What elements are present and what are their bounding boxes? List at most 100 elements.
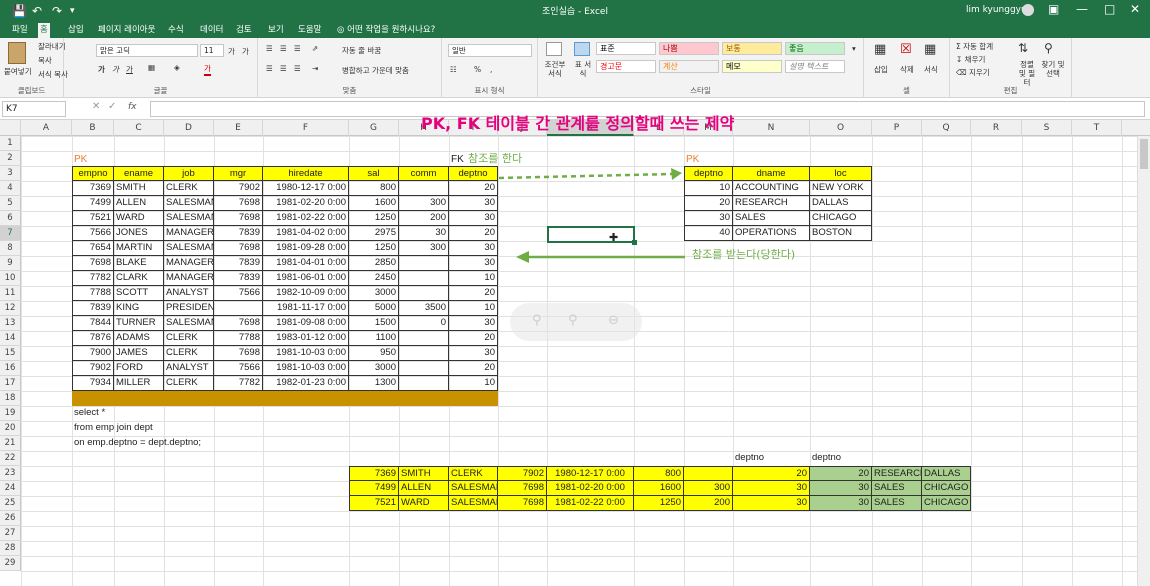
emp-cell[interactable]: 20 — [449, 331, 498, 346]
copy-button[interactable]: 복사 — [38, 55, 52, 66]
gallery-more-icon[interactable]: ▾ — [852, 44, 856, 53]
emp-cell[interactable]: SALESMAN — [164, 241, 214, 256]
result-cell[interactable]: CHICAGO — [922, 496, 971, 511]
result-cell[interactable]: 300 — [684, 481, 733, 496]
redo-icon[interactable]: ↷ — [52, 3, 62, 19]
insert-function-icon[interactable]: fx — [128, 102, 137, 112]
emp-cell[interactable]: 1500 — [349, 316, 399, 331]
column-header-o[interactable]: O — [810, 120, 872, 136]
emp-cell[interactable]: 10 — [449, 301, 498, 316]
conditional-format-button[interactable]: 조건부 서식 — [542, 60, 568, 78]
emp-cell[interactable]: 30 — [449, 211, 498, 226]
emp-cell[interactable]: 3000 — [349, 361, 399, 376]
dept-cell[interactable]: SALES — [733, 211, 810, 226]
cell-style-6[interactable]: 메모 — [722, 60, 782, 73]
column-header-t[interactable]: T — [1072, 120, 1122, 136]
emp-cell[interactable]: CLERK — [164, 376, 214, 391]
emp-cell[interactable]: 7369 — [72, 181, 114, 196]
font-color-icon[interactable]: 가 — [204, 63, 211, 76]
tab-data[interactable]: 데이터 — [198, 23, 225, 38]
result-cell[interactable]: 30 — [810, 481, 872, 496]
dept-header-deptno[interactable]: deptno — [684, 166, 733, 181]
italic-button[interactable]: 가 — [112, 64, 119, 75]
emp-cell[interactable]: MILLER — [114, 376, 164, 391]
row-header-27[interactable]: 27 — [0, 526, 21, 541]
emp-cell[interactable]: ANALYST — [164, 361, 214, 376]
cell-style-4[interactable]: 경고문 — [596, 60, 656, 73]
row-header-25[interactable]: 25 — [0, 496, 21, 511]
emp-cell[interactable]: 5000 — [349, 301, 399, 316]
merge-center-button[interactable]: 병합하고 가운데 맞춤 — [342, 65, 409, 76]
comma-button[interactable]: , — [490, 65, 492, 74]
emp-cell[interactable]: 7698 — [214, 346, 263, 361]
column-header-c[interactable]: C — [114, 120, 164, 136]
result-cell[interactable]: WARD — [399, 496, 449, 511]
emp-cell[interactable]: 7698 — [214, 196, 263, 211]
dept-cell[interactable]: OPERATIONS — [733, 226, 810, 241]
emp-header-mgr[interactable]: mgr — [214, 166, 263, 181]
cell-style-2[interactable]: 보통 — [722, 42, 782, 55]
emp-cell[interactable]: FORD — [114, 361, 164, 376]
row-header-13[interactable]: 13 — [0, 316, 21, 331]
emp-cell[interactable]: 1250 — [349, 211, 399, 226]
emp-cell[interactable]: 1980-12-17 0:00 — [263, 181, 349, 196]
indent-icon[interactable]: ⇥ — [312, 64, 318, 73]
tab-file[interactable]: 파일 — [10, 23, 30, 38]
row-header-7[interactable]: 7 — [0, 226, 21, 241]
cell-style-7[interactable]: 설명 텍스트 — [785, 60, 845, 73]
emp-cell[interactable]: JAMES — [114, 346, 164, 361]
result-cell[interactable]: 1981-02-22 0:00 — [547, 496, 634, 511]
bold-button[interactable]: 가 — [98, 64, 105, 75]
emp-cell[interactable]: 7839 — [214, 226, 263, 241]
column-header-b[interactable]: B — [72, 120, 114, 136]
emp-cell[interactable]: 7499 — [72, 196, 114, 211]
selected-cell-k7[interactable] — [547, 226, 635, 243]
dept-cell[interactable]: NEW YORK — [810, 181, 872, 196]
quick-access-menu-icon[interactable]: ▾ — [70, 3, 75, 19]
row-header-19[interactable]: 19 — [0, 406, 21, 421]
emp-cell[interactable]: 800 — [349, 181, 399, 196]
emp-cell[interactable]: 1300 — [349, 376, 399, 391]
tab-formulas[interactable]: 수식 — [166, 23, 186, 38]
orientation-icon[interactable]: ⇗ — [312, 44, 318, 53]
cell-style-3[interactable]: 좋음 — [785, 42, 845, 55]
emp-cell[interactable]: 200 — [399, 211, 449, 226]
emp-cell[interactable]: 7788 — [214, 331, 263, 346]
emp-cell[interactable] — [399, 346, 449, 361]
accounting-format-icon[interactable]: ☷ — [450, 65, 457, 74]
emp-header-hiredate[interactable]: hiredate — [263, 166, 349, 181]
emp-cell[interactable]: 7782 — [72, 271, 114, 286]
emp-cell[interactable]: 2975 — [349, 226, 399, 241]
result-cell[interactable]: 30 — [733, 496, 810, 511]
scrollbar-thumb[interactable] — [1140, 139, 1148, 169]
dept-cell[interactable]: 20 — [684, 196, 733, 211]
emp-cell[interactable]: 7900 — [72, 346, 114, 361]
select-all-corner[interactable] — [0, 120, 21, 136]
emp-cell[interactable]: 7844 — [72, 316, 114, 331]
emp-cell[interactable]: 1981-02-22 0:00 — [263, 211, 349, 226]
name-box[interactable]: K7 — [2, 101, 66, 117]
sort-filter-icon[interactable]: ⇅ — [1018, 41, 1028, 55]
result-label-deptno-emp[interactable]: deptno — [733, 451, 810, 466]
emp-cell[interactable]: 7698 — [214, 211, 263, 226]
emp-cell[interactable] — [399, 286, 449, 301]
result-cell[interactable]: 800 — [634, 466, 684, 481]
sql-line[interactable]: select * — [72, 406, 372, 421]
emp-cell[interactable]: 30 — [449, 196, 498, 211]
emp-cell[interactable]: 20 — [449, 286, 498, 301]
emp-cell[interactable]: 7876 — [72, 331, 114, 346]
dept-cell[interactable]: 10 — [684, 181, 733, 196]
minus-circle-icon[interactable]: ⊖ — [608, 313, 619, 328]
emp-cell[interactable]: CLERK — [164, 181, 214, 196]
emp-cell[interactable]: 7698 — [214, 316, 263, 331]
ribbon-display-icon[interactable]: ▣ — [1048, 2, 1059, 16]
emp-header-empno[interactable]: empno — [72, 166, 114, 181]
column-header-q[interactable]: Q — [922, 120, 971, 136]
autosum-label[interactable]: 자동 합계 — [963, 42, 993, 51]
emp-cell[interactable]: SMITH — [114, 181, 164, 196]
emp-cell[interactable] — [399, 181, 449, 196]
column-header-g[interactable]: G — [349, 120, 399, 136]
result-cell[interactable]: SALES — [872, 496, 922, 511]
emp-cell[interactable]: 2850 — [349, 256, 399, 271]
dept-header-dname[interactable]: dname — [733, 166, 810, 181]
